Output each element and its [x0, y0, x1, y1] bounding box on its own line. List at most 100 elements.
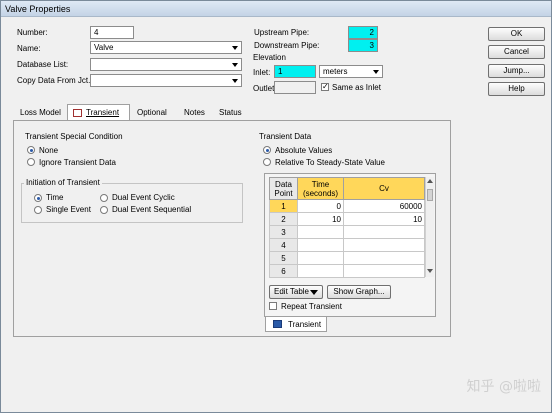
dual-event-cyclic-label: Dual Event Cyclic: [112, 193, 175, 202]
elevation-unit-combo[interactable]: meters: [319, 65, 383, 78]
copy-data-combo[interactable]: [90, 74, 242, 87]
row-header[interactable]: 6: [269, 264, 298, 278]
initiation-group: [21, 183, 243, 223]
time-cell[interactable]: [297, 264, 344, 278]
time-cell[interactable]: [297, 251, 344, 265]
table-header-row: Data Point Time (seconds) Cv: [269, 177, 425, 200]
window-title: Valve Properties: [5, 4, 71, 14]
relative-values-radio[interactable]: [263, 158, 271, 166]
same-as-inlet-label: Same as Inlet: [332, 83, 381, 92]
chevron-down-icon: [232, 46, 238, 50]
table-scrollbar[interactable]: [425, 177, 434, 277]
inlet-elevation-field[interactable]: 1: [274, 65, 316, 78]
copy-data-label: Copy Data From Jct...: [17, 76, 95, 85]
scroll-up-icon[interactable]: [427, 179, 433, 183]
cv-cell[interactable]: [343, 238, 425, 252]
relative-values-label: Relative To Steady-State Value: [275, 158, 385, 167]
chevron-down-icon: [310, 290, 318, 295]
outlet-elevation-field[interactable]: [274, 81, 316, 94]
jump-button[interactable]: Jump...: [488, 64, 545, 78]
chevron-down-icon: [232, 79, 238, 83]
cv-cell[interactable]: [343, 225, 425, 239]
row-header[interactable]: 4: [269, 238, 298, 252]
cv-cell[interactable]: [343, 264, 425, 278]
edit-table-button[interactable]: Edit Table: [269, 285, 323, 299]
initiation-title: Initiation of Transient: [24, 178, 102, 187]
header-cv[interactable]: Cv: [343, 177, 425, 200]
single-event-radio[interactable]: [34, 206, 42, 214]
edit-table-label: Edit Table: [274, 287, 309, 296]
table-row: 5: [269, 251, 425, 265]
time-cell[interactable]: 10: [297, 212, 344, 226]
repeat-transient-checkbox[interactable]: [269, 302, 277, 310]
row-header[interactable]: 2: [269, 212, 298, 226]
header-data-point[interactable]: Data Point: [269, 177, 298, 200]
absolute-values-radio[interactable]: [263, 146, 271, 154]
transient-data-table: Data Point Time (seconds) Cv 1 0 60000 2…: [269, 177, 425, 278]
time-cell[interactable]: [297, 238, 344, 252]
downstream-pipe-field[interactable]: 3: [348, 39, 378, 52]
name-value: Valve: [94, 43, 114, 52]
special-condition-title: Transient Special Condition: [25, 132, 123, 141]
ignore-transient-radio[interactable]: [27, 158, 35, 166]
ok-button[interactable]: OK: [488, 27, 545, 41]
cv-cell[interactable]: [343, 251, 425, 265]
chevron-down-icon: [373, 70, 379, 74]
transient-tab-icon: [273, 320, 282, 328]
same-as-inlet-checkbox[interactable]: [321, 82, 329, 91]
dual-event-cyclic-radio[interactable]: [100, 194, 108, 202]
number-field[interactable]: 4: [90, 26, 134, 39]
header-time[interactable]: Time (seconds): [297, 177, 344, 200]
elevation-label: Elevation: [253, 53, 286, 62]
dual-event-sequential-label: Dual Event Sequential: [112, 205, 192, 214]
watermark: 知乎 @啦啦: [466, 379, 541, 395]
scroll-down-icon[interactable]: [427, 269, 433, 273]
ignore-transient-label: Ignore Transient Data: [39, 158, 116, 167]
help-button[interactable]: Help: [488, 82, 545, 96]
single-event-label: Single Event: [46, 205, 91, 214]
time-radio[interactable]: [34, 194, 42, 202]
transient-data-title: Transient Data: [259, 132, 312, 141]
tab-transient-label: Transient: [86, 108, 120, 117]
absolute-values-label: Absolute Values: [275, 146, 333, 155]
row-header[interactable]: 1: [269, 199, 298, 213]
tab-status[interactable]: Status: [214, 105, 247, 120]
tab-loss-model[interactable]: Loss Model: [15, 105, 66, 120]
repeat-transient-label: Repeat Transient: [281, 302, 342, 311]
cv-cell[interactable]: 10: [343, 212, 425, 226]
table-row: 1 0 60000: [269, 199, 425, 213]
show-graph-button[interactable]: Show Graph...: [327, 285, 391, 299]
upstream-pipe-field[interactable]: 2: [348, 26, 378, 39]
cancel-button[interactable]: Cancel: [488, 45, 545, 59]
elevation-unit-value: meters: [323, 67, 348, 76]
time-cell[interactable]: 0: [297, 199, 344, 213]
table-row: 4: [269, 238, 425, 252]
name-label: Name:: [17, 44, 41, 53]
upstream-pipe-label: Upstream Pipe:: [254, 28, 310, 37]
tab-optional[interactable]: Optional: [132, 105, 172, 120]
none-radio-label: None: [39, 146, 59, 155]
sub-tab-transient[interactable]: Transient: [265, 317, 327, 332]
dual-event-sequential-radio[interactable]: [100, 206, 108, 214]
table-row: 6: [269, 264, 425, 278]
time-radio-label: Time: [46, 193, 64, 202]
none-radio[interactable]: [27, 146, 35, 154]
title-bar: Valve Properties: [1, 1, 551, 17]
chevron-down-icon: [232, 63, 238, 67]
tab-notes[interactable]: Notes: [179, 105, 210, 120]
sub-tab-label: Transient: [288, 320, 322, 329]
valve-properties-window: Valve Properties Number: 4 Name: Valve D…: [0, 0, 552, 413]
database-list-combo[interactable]: [90, 58, 242, 71]
tab-transient[interactable]: Transient: [67, 104, 130, 121]
database-list-label: Database List:: [17, 60, 69, 69]
table-row: 2 10 10: [269, 212, 425, 226]
transient-tab-icon: [73, 109, 82, 117]
scroll-thumb[interactable]: [427, 189, 433, 201]
name-combo[interactable]: Valve: [90, 41, 242, 54]
row-header[interactable]: 5: [269, 251, 298, 265]
downstream-pipe-label: Downstream Pipe:: [254, 41, 320, 50]
row-header[interactable]: 3: [269, 225, 298, 239]
time-cell[interactable]: [297, 225, 344, 239]
number-label: Number:: [17, 28, 48, 37]
cv-cell[interactable]: 60000: [343, 199, 425, 213]
